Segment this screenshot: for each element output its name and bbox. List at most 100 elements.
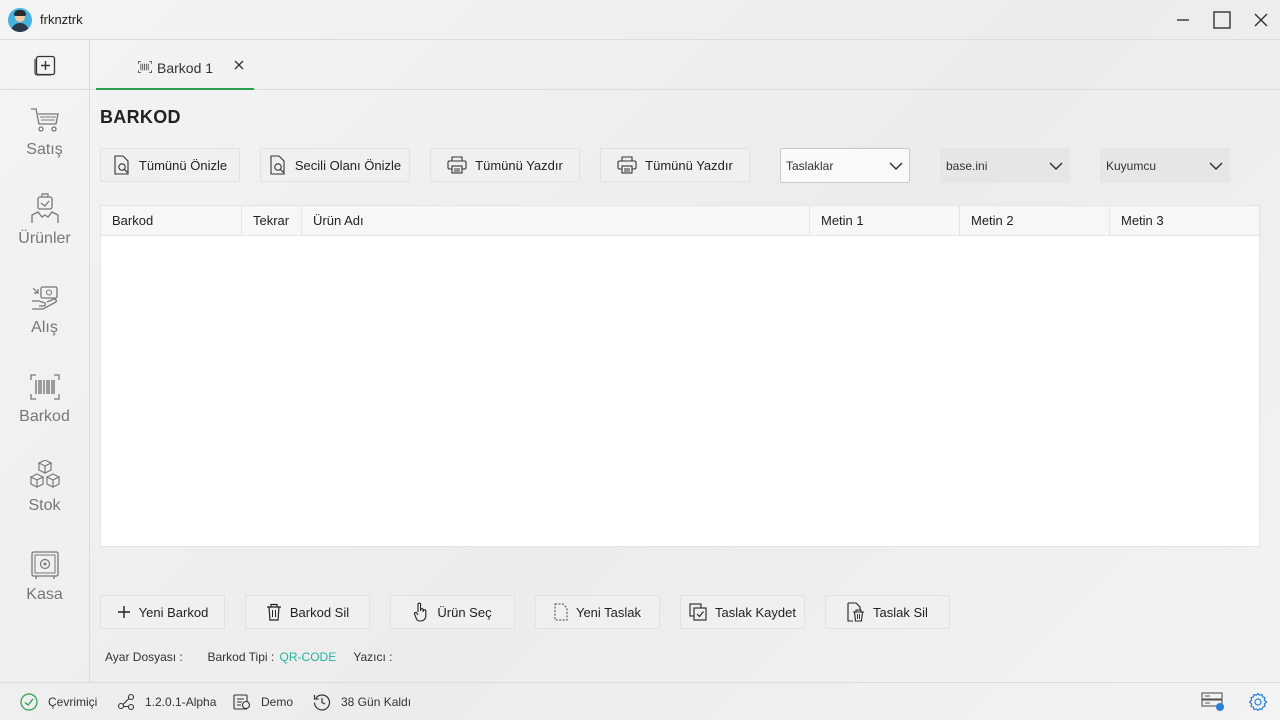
- printer-label: Yazıcı :: [353, 650, 393, 664]
- close-icon: [1254, 13, 1268, 27]
- column-header-urun-adi[interactable]: Ürün Adı: [302, 206, 810, 236]
- delete-document-icon: [847, 602, 865, 622]
- preview-selected-button[interactable]: Secili Olanı Önizle: [260, 148, 410, 182]
- new-barcode-button[interactable]: Yeni Barkod: [100, 595, 225, 629]
- chevron-down-icon: [1049, 161, 1063, 170]
- tab-strip: Barkod 1: [90, 40, 1280, 90]
- delete-barcode-button[interactable]: Barkod Sil: [245, 595, 370, 629]
- purchase-icon: [31, 286, 58, 310]
- server-icon: [1201, 692, 1224, 711]
- preview-selected-label: Secili Olanı Önizle: [294, 157, 402, 173]
- barcode-type-label: Barkod Tipi :: [207, 650, 275, 664]
- drafts-select[interactable]: Taslaklar: [780, 148, 910, 183]
- maximize-icon: [1213, 11, 1231, 29]
- new-draft-label: Yeni Taslak: [575, 604, 642, 620]
- print-all-label: Tümünü Yazdır: [475, 157, 563, 173]
- config-file-select[interactable]: base.ini: [940, 148, 1070, 183]
- sidebar-item-label: Satış: [26, 141, 63, 158]
- preview-icon: [114, 155, 129, 175]
- license-label: Demo: [261, 695, 294, 709]
- tab-barkod-1[interactable]: Barkod 1: [96, 40, 254, 90]
- products-icon: [30, 193, 59, 223]
- drafts-select-value: Taslaklar: [786, 158, 834, 173]
- minimize-button[interactable]: [1171, 8, 1195, 32]
- sidebar-item-label: Barkod: [19, 408, 70, 425]
- preview-icon: [270, 155, 285, 175]
- boxes-icon: [29, 460, 60, 488]
- column-header-metin-2[interactable]: Metin 2: [960, 206, 1110, 236]
- select-product-label: Ürün Seç: [437, 604, 492, 620]
- sidebar-item-alis[interactable]: Alış: [0, 281, 89, 361]
- status-version: 1.2.0.1-Alpha: [117, 683, 216, 720]
- license-icon: [233, 694, 251, 710]
- column-header-tekrar[interactable]: Tekrar: [242, 206, 302, 236]
- history-icon: [313, 694, 331, 711]
- new-document-icon: [554, 603, 568, 621]
- sidebar-item-barkod[interactable]: Barkod: [0, 370, 89, 450]
- settings-info-line: Ayar Dosyası : Barkod Tipi : QR-CODE Yaz…: [105, 650, 394, 664]
- new-draft-button[interactable]: Yeni Taslak: [535, 595, 660, 629]
- template-select[interactable]: Kuyumcu: [1100, 148, 1230, 183]
- trash-icon: [266, 603, 281, 621]
- column-header-metin-3[interactable]: Metin 3: [1110, 206, 1259, 236]
- delete-draft-label: Taslak Sil: [873, 604, 928, 620]
- print-all-button[interactable]: Tümünü Yazdır: [430, 148, 580, 182]
- sidebar-item-urunler[interactable]: Ürünler: [0, 192, 89, 272]
- delete-draft-button[interactable]: Taslak Sil: [825, 595, 950, 629]
- table-header: Barkod Tekrar Ürün Adı Metin 1 Metin 2 M…: [101, 206, 1259, 236]
- cart-icon: [30, 108, 59, 132]
- server-status-button[interactable]: [1201, 683, 1227, 720]
- gear-icon: [1248, 692, 1268, 712]
- status-online: Çevrimiçi: [20, 683, 97, 720]
- barcode-icon: [138, 61, 152, 73]
- version-label: 1.2.0.1-Alpha: [145, 695, 217, 709]
- maximize-button[interactable]: [1210, 8, 1234, 32]
- status-license: Demo: [233, 683, 293, 720]
- page-title: BARKOD: [100, 107, 181, 127]
- days-left-label: 38 Gün Kaldı: [341, 695, 412, 709]
- sidebar-item-stok[interactable]: Stok: [0, 459, 89, 539]
- print-all-button-2[interactable]: Tümünü Yazdır: [600, 148, 750, 182]
- minimize-icon: [1177, 19, 1189, 21]
- tab-label: Barkod 1: [157, 60, 214, 76]
- printer-icon: [617, 156, 637, 174]
- chevron-down-icon: [889, 161, 903, 170]
- config-file-select-value: base.ini: [946, 158, 988, 173]
- sidebar-item-kasa[interactable]: Kasa: [0, 548, 89, 628]
- title-bar: frknztrk: [0, 0, 1280, 40]
- save-draft-label: Taslak Kaydet: [715, 604, 796, 620]
- sidebar-item-label: Ürünler: [18, 230, 71, 247]
- template-select-value: Kuyumcu: [1106, 158, 1157, 173]
- delete-barcode-label: Barkod Sil: [289, 604, 350, 620]
- barcode-type-value: QR-CODE: [279, 650, 337, 664]
- preview-all-label: Tümünü Önizle: [138, 157, 228, 173]
- online-label: Çevrimiçi: [48, 695, 98, 709]
- select-product-button[interactable]: Ürün Seç: [390, 595, 515, 629]
- status-bar: Çevrimiçi 1.2.0.1-Alpha Demo 38 Gün Kald…: [0, 682, 1280, 720]
- copy-save-icon: [689, 603, 707, 621]
- settings-file-label: Ayar Dosyası :: [105, 650, 183, 664]
- column-header-barkod[interactable]: Barkod: [101, 206, 242, 236]
- new-tab-button[interactable]: [0, 40, 89, 90]
- plus-square-icon: [33, 55, 55, 76]
- hand-pointer-icon: [414, 602, 427, 622]
- chevron-down-icon: [1209, 161, 1223, 170]
- status-days-left: 38 Gün Kaldı: [313, 683, 411, 720]
- sidebar-item-satis[interactable]: Satış: [0, 103, 89, 183]
- close-window-button[interactable]: [1249, 8, 1273, 32]
- printer-icon: [447, 156, 467, 174]
- username: frknztrk: [40, 12, 83, 27]
- safe-icon: [30, 551, 59, 579]
- sidebar-item-label: Stok: [28, 497, 61, 514]
- close-icon[interactable]: [232, 58, 246, 72]
- git-branch-icon: [117, 693, 135, 711]
- plus-icon: [117, 606, 130, 618]
- save-draft-button[interactable]: Taslak Kaydet: [680, 595, 805, 629]
- preview-all-button[interactable]: Tümünü Önizle: [100, 148, 240, 182]
- user-avatar[interactable]: [8, 8, 32, 32]
- settings-button[interactable]: [1248, 683, 1268, 720]
- sidebar: Satış Ürünler Alış Barkod Stok Kasa: [0, 40, 90, 682]
- barcode-table[interactable]: Barkod Tekrar Ürün Adı Metin 1 Metin 2 M…: [100, 205, 1260, 547]
- column-header-metin-1[interactable]: Metin 1: [810, 206, 960, 236]
- sidebar-item-label: Alış: [31, 319, 58, 336]
